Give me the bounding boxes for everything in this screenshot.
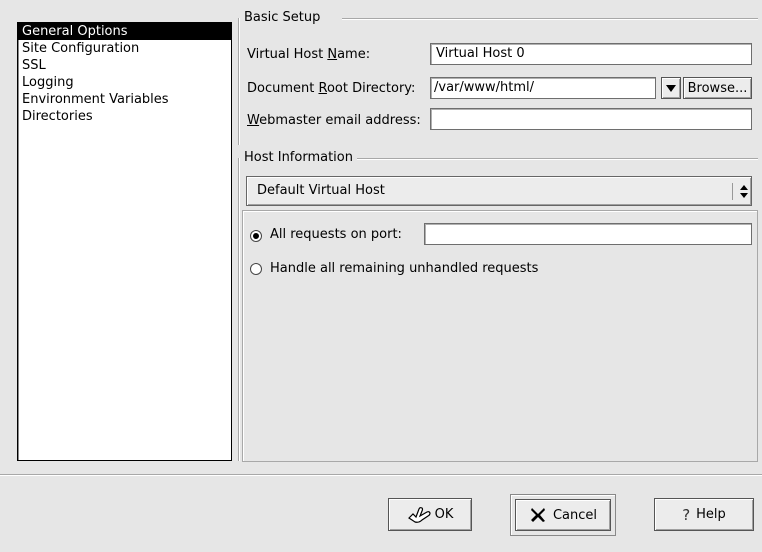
sidebar-item-environment-variables[interactable]: Environment Variables (18, 91, 231, 108)
webmaster-email-input[interactable] (430, 108, 752, 130)
cancel-button-label: Cancel (552, 507, 598, 523)
help-button-label: Help (696, 507, 726, 522)
ok-hand-icon (407, 506, 431, 523)
document-root-label: Document Root Directory: (247, 81, 416, 96)
section-list[interactable]: General Options Site Configuration SSL L… (17, 22, 232, 461)
host-info-title: Host Information (240, 150, 355, 165)
updown-arrow-icon (740, 185, 748, 198)
all-requests-port-radio[interactable] (250, 230, 262, 242)
virtual-host-name-input[interactable]: Virtual Host 0 (430, 43, 752, 65)
document-root-dropdown-button[interactable] (661, 77, 681, 99)
host-type-selected-value: Default Virtual Host (257, 183, 385, 198)
ok-button-label: OK (434, 507, 454, 522)
host-type-select-separator (732, 183, 733, 200)
basic-setup-frame-top-right (342, 18, 758, 20)
general-options-panel: Basic Setup Virtual Host Name: Virtual H… (238, 7, 760, 462)
sidebar-item-ssl[interactable]: SSL (18, 57, 231, 74)
cancel-button[interactable]: Cancel (515, 499, 611, 531)
chevron-down-icon (666, 84, 676, 92)
radio-selected-dot (253, 233, 259, 239)
host-type-select[interactable]: Default Virtual Host (246, 176, 752, 206)
port-input[interactable] (424, 223, 752, 245)
cancel-x-icon (530, 508, 545, 522)
sidebar-item-directories[interactable]: Directories (18, 108, 231, 125)
host-info-options-panel (242, 210, 758, 462)
basic-setup-frame-left (238, 18, 240, 145)
basic-setup-title: Basic Setup (240, 10, 323, 25)
button-area-separator (0, 474, 762, 476)
webmaster-email-label: Webmaster email address: (247, 113, 421, 128)
document-root-input[interactable]: /var/www/html/ (430, 77, 656, 99)
browse-button[interactable]: Browse... (683, 77, 752, 99)
sidebar-item-site-configuration[interactable]: Site Configuration (18, 40, 231, 57)
sidebar-item-logging[interactable]: Logging (18, 74, 231, 91)
unhandled-requests-label[interactable]: Handle all remaining unhandled requests (270, 261, 538, 276)
host-info-frame-left (238, 158, 240, 461)
ok-button[interactable]: OK (388, 498, 472, 531)
host-info-frame-top-right (357, 158, 758, 160)
unhandled-requests-radio[interactable] (250, 263, 262, 275)
sidebar-item-general-options[interactable]: General Options (18, 23, 231, 40)
all-requests-port-label[interactable]: All requests on port: (270, 227, 402, 242)
help-button[interactable]: ? Help (654, 498, 754, 531)
virtual-host-dialog: General Options Site Configuration SSL L… (0, 0, 762, 552)
help-question-icon: ? (682, 505, 691, 524)
virtual-host-name-label: Virtual Host Name: (247, 47, 371, 62)
